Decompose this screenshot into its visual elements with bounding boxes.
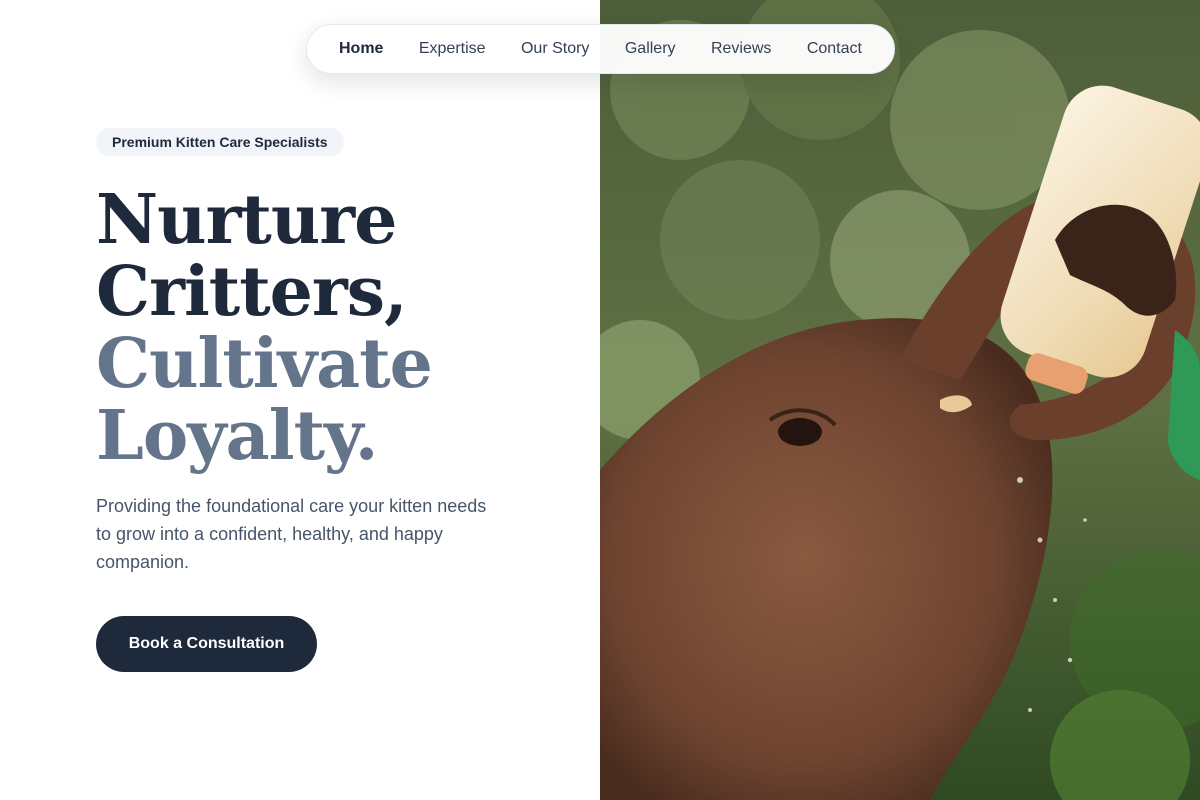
book-consultation-button[interactable]: Book a Consultation [96, 616, 317, 672]
hero-text-column: Premium Kitten Care Specialists Nurture … [0, 0, 600, 800]
hero-headline: Nurture Critters, Cultivate Loyalty. [96, 180, 433, 476]
specialist-badge: Premium Kitten Care Specialists [96, 128, 344, 156]
elephant-feeding-illustration [600, 0, 1200, 800]
main-navigation: Home Expertise Our Story Gallery Reviews… [306, 24, 895, 74]
nav-home[interactable]: Home [339, 40, 383, 58]
hero-description: Providing the foundational care your kit… [96, 496, 487, 572]
nav-reviews[interactable]: Reviews [711, 40, 771, 58]
nav-contact[interactable]: Contact [807, 40, 862, 58]
nav-gallery[interactable]: Gallery [625, 40, 676, 58]
nav-expertise[interactable]: Expertise [419, 40, 486, 58]
nav-our-story[interactable]: Our Story [521, 40, 589, 58]
headline-line-4: Loyalty. [96, 396, 378, 476]
headline-line-3: Cultivate [96, 324, 433, 404]
headline-line-1: Nurture [96, 180, 397, 260]
headline-line-2: Critters, [96, 252, 408, 332]
hero-image [600, 0, 1200, 800]
